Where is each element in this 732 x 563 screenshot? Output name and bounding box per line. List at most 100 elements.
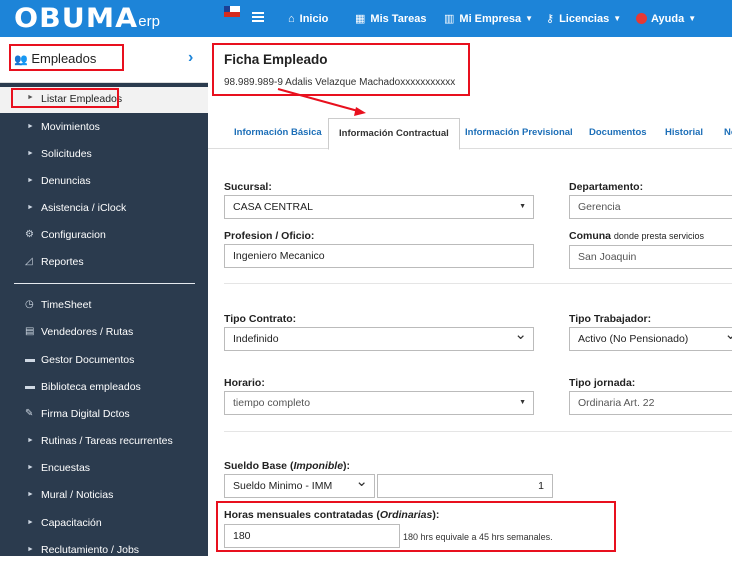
logo-suffix: erp xyxy=(138,13,160,30)
sidebar-item-asistencia[interactable]: ► Asistencia / iClock xyxy=(0,195,208,221)
sidebar-item-label: Rutinas / Tareas recurrentes xyxy=(41,435,173,447)
sidebar-divider xyxy=(14,283,195,284)
section-divider xyxy=(224,431,732,432)
tab-documentos[interactable]: Documentos xyxy=(589,118,647,149)
calendar-icon: ▦ xyxy=(355,13,366,25)
sueldo-label-text: Sueldo Base xyxy=(224,460,288,472)
sidebar-item-label: Solicitudes xyxy=(41,148,92,160)
tab-bar: Información Básica Información Contractu… xyxy=(208,118,732,150)
tipo-trabajador-select[interactable]: Activo (No Pensionado) xyxy=(569,327,732,351)
horario-label: Horario: xyxy=(224,377,265,389)
key-icon: ⚷ xyxy=(546,13,555,25)
logo-text: OBUMA xyxy=(14,3,139,34)
building-icon: ▥ xyxy=(444,13,455,25)
tipo-jornada-field[interactable]: Ordinaria Art. 22 xyxy=(569,391,732,415)
sucursal-label: Sucursal: xyxy=(224,181,272,193)
folder-icon: ▬ xyxy=(25,381,35,392)
sidebar-item-configuracion[interactable]: ⚙ Configuracion xyxy=(0,222,208,248)
chart-icon: ◿ xyxy=(25,256,33,267)
horario-select[interactable]: tiempo completo xyxy=(224,391,534,415)
nav-mis-tareas[interactable]: ▦ Mis Tareas xyxy=(355,0,426,37)
sidebar-item-label: Biblioteca empleados xyxy=(41,381,141,393)
gears-icon: ⚙ xyxy=(25,229,34,240)
sidebar-item-reportes[interactable]: ◿ Reportes xyxy=(0,249,208,275)
sidebar-item-label: Vendedores / Rutas xyxy=(41,326,134,338)
nav-mi-empresa[interactable]: ▥ Mi Empresa ▼ xyxy=(444,0,533,37)
sidebar-item-label: Reportes xyxy=(41,256,84,268)
sidebar-item-label: TimeSheet xyxy=(41,299,92,311)
tab-historial[interactable]: Historial xyxy=(665,118,703,149)
sueldo-monto-input[interactable]: 1 xyxy=(377,474,553,498)
sidebar-item-reclutamiento[interactable]: ► Reclutamiento / Jobs xyxy=(0,537,208,563)
sidebar-item-capacitacion[interactable]: ► Capacitación xyxy=(0,510,208,536)
sidebar-item-label: Capacitación xyxy=(41,517,102,529)
nav-inicio[interactable]: ⌂ Inicio xyxy=(288,0,328,37)
nav-licencias[interactable]: ⚷ Licencias ▼ xyxy=(546,0,621,37)
sidebar-item-label: Mural / Noticias xyxy=(41,489,114,501)
profesion-input[interactable]: Ingeniero Mecanico xyxy=(224,244,534,268)
tab-more[interactable]: No xyxy=(724,118,732,149)
tab-informacion-previsional[interactable]: Información Previsional xyxy=(465,118,573,149)
caret-right-icon: ► xyxy=(27,519,34,526)
departamento-label: Departamento: xyxy=(569,181,644,193)
chevron-down-icon: ▼ xyxy=(613,14,622,23)
section-divider xyxy=(224,283,732,284)
sidebar-item-label: Denuncias xyxy=(41,175,91,187)
clock-icon: ◷ xyxy=(25,299,34,310)
sueldo-tipo-select[interactable]: Sueldo Minimo - IMM xyxy=(224,474,375,498)
comuna-field[interactable]: San Joaquin xyxy=(569,245,732,269)
nav-mis-tareas-label: Mis Tareas xyxy=(370,12,427,25)
chevron-down-icon: ▼ xyxy=(688,14,697,23)
sidebar-item-mural[interactable]: ► Mural / Noticias xyxy=(0,482,208,508)
nav-ayuda[interactable]: Ayuda ▼ xyxy=(636,0,696,37)
caret-right-icon: ► xyxy=(27,546,34,553)
sidebar-item-rutinas[interactable]: ► Rutinas / Tareas recurrentes xyxy=(0,428,208,454)
caret-right-icon: ► xyxy=(27,491,34,498)
comuna-label: Comuna donde presta servicios xyxy=(569,230,704,242)
comuna-hint: donde presta servicios xyxy=(613,231,704,241)
chile-flag-icon[interactable] xyxy=(224,6,240,17)
tipo-contrato-label: Tipo Contrato: xyxy=(224,313,297,325)
sidebar-item-denuncias[interactable]: ► Denuncias xyxy=(0,168,208,194)
tab-informacion-basica[interactable]: Información Básica xyxy=(234,118,322,149)
caret-right-icon: ► xyxy=(27,123,34,130)
caret-right-icon: ► xyxy=(27,464,34,471)
tipo-contrato-select[interactable]: Indefinido xyxy=(224,327,534,351)
caret-right-icon: ► xyxy=(27,437,34,444)
sidebar-item-movimientos[interactable]: ► Movimientos xyxy=(0,114,208,140)
main-content: Ficha Empleado 98.989.989-9 Adalis Velaz… xyxy=(208,37,732,556)
home-icon: ⌂ xyxy=(288,12,295,25)
sidebar-item-label: Gestor Documentos xyxy=(41,354,135,366)
sidebar-item-label: Asistencia / iClock xyxy=(41,202,127,214)
sidebar-item-label: Firma Digital Dctos xyxy=(41,408,130,420)
nav-licencias-label: Licencias xyxy=(559,12,610,25)
sidebar-item-firma-digital[interactable]: ✎ Firma Digital Dctos xyxy=(0,401,208,427)
sucursal-select[interactable]: CASA CENTRAL xyxy=(224,195,534,219)
sidebar-item-biblioteca[interactable]: ▬ Biblioteca empleados xyxy=(0,374,208,400)
caret-right-icon: ► xyxy=(27,150,34,157)
sidebar-item-gestor-documentos[interactable]: ▬ Gestor Documentos xyxy=(0,347,208,373)
highlight-box xyxy=(9,44,124,71)
caret-right-icon: ► xyxy=(27,177,34,184)
sidebar-item-solicitudes[interactable]: ► Solicitudes xyxy=(0,141,208,167)
tab-informacion-contractual[interactable]: Información Contractual xyxy=(328,118,460,150)
hamburger-menu-icon[interactable] xyxy=(252,12,264,22)
tipo-jornada-label: Tipo jornada: xyxy=(569,377,636,389)
caret-right-icon: ► xyxy=(27,204,34,211)
sidebar-item-timesheet[interactable]: ◷ TimeSheet xyxy=(0,292,208,318)
lifebuoy-icon xyxy=(636,13,647,24)
departamento-field[interactable]: Gerencia xyxy=(569,195,732,219)
nav-inicio-label: Inicio xyxy=(299,12,329,25)
sidebar-item-vendedores[interactable]: ▤ Vendedores / Rutas xyxy=(0,319,208,345)
pen-icon: ✎ xyxy=(25,408,34,419)
sidebar: 👥 Empleados › ► Listar Empleados ► Movim… xyxy=(0,37,208,556)
tipo-trabajador-label: Tipo Trabajador: xyxy=(569,313,652,325)
nav-ayuda-label: Ayuda xyxy=(651,12,685,25)
chevron-right-icon[interactable]: › xyxy=(188,49,193,67)
sueldo-base-label: Sueldo Base (Imponible): xyxy=(224,460,351,472)
obuma-logo[interactable]: OBUMA erp xyxy=(14,3,160,34)
sidebar-item-encuestas[interactable]: ► Encuestas xyxy=(0,455,208,481)
comuna-label-text: Comuna xyxy=(569,230,611,242)
contract-form: Sucursal: CASA CENTRAL Departamento: Ger… xyxy=(208,150,732,556)
sidebar-item-label: Encuestas xyxy=(41,462,91,474)
